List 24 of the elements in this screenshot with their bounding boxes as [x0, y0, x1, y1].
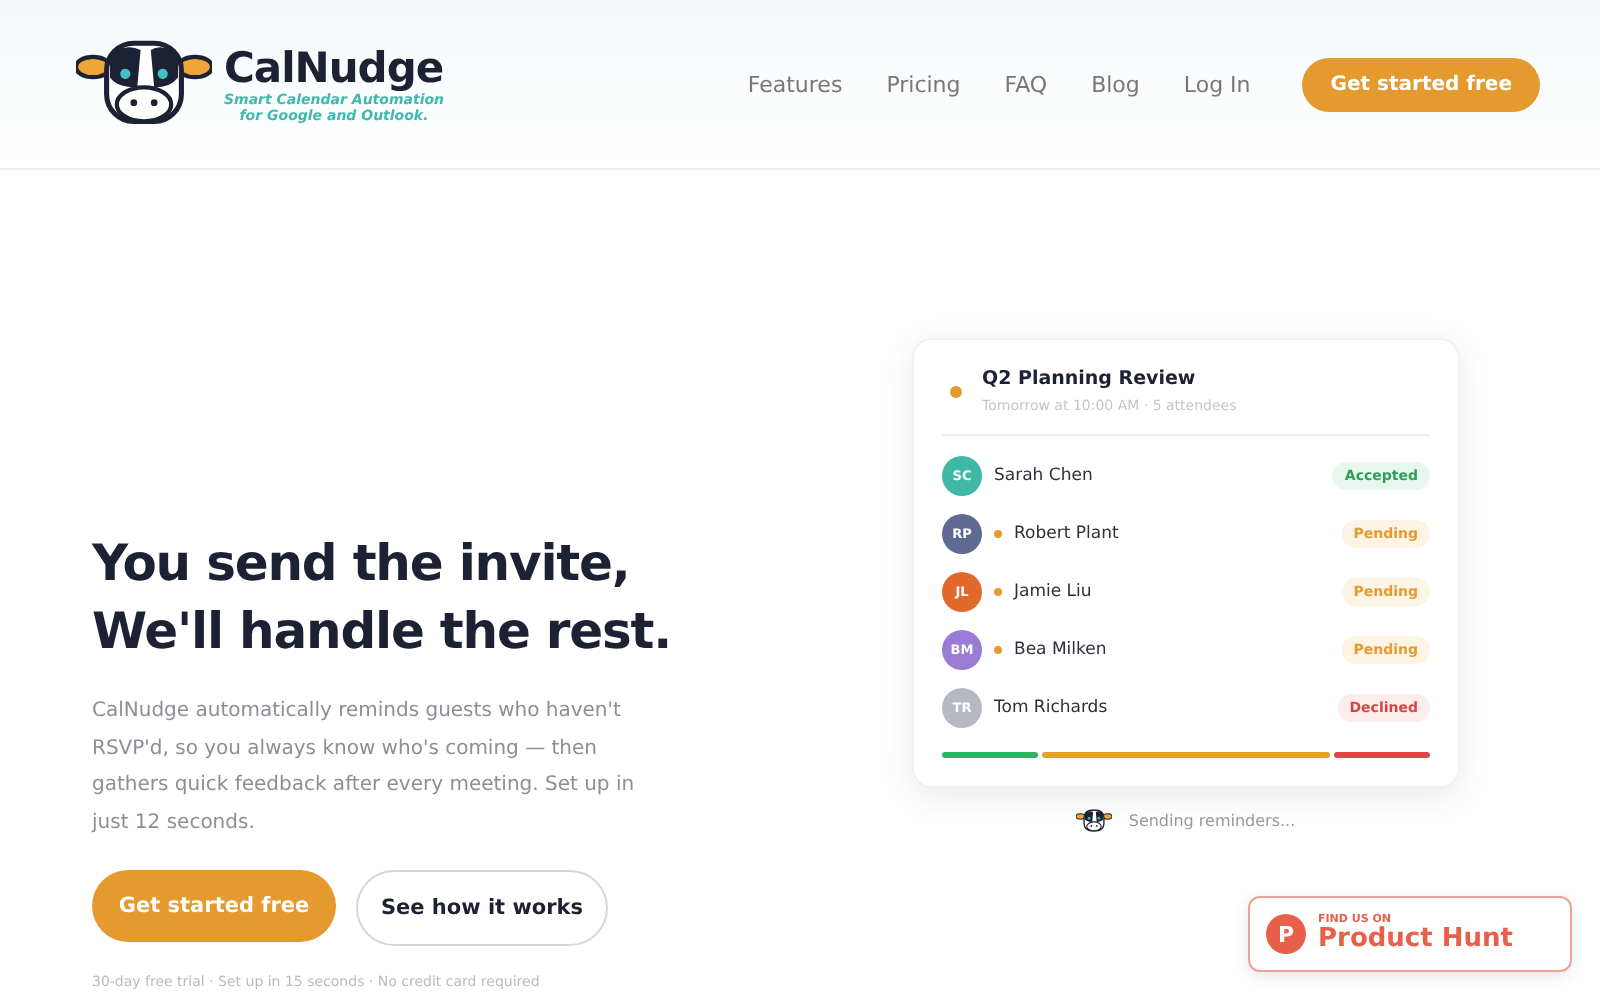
hero-description: CalNudge automatically reminds guests who haven't RSVP'd, so you always know who's coming — then gathers quick feedback after every meeting. Set up in just 12 seconds.	[92, 698, 637, 837]
nav-link[interactable]: FAQ	[1004, 71, 1048, 97]
badge-name: Product Hunt	[1318, 926, 1513, 954]
nav-link[interactable]: Pricing	[886, 71, 961, 97]
see-how-it-works-button[interactable]: See how it works	[356, 870, 608, 946]
attendee-name: Jamie Liu	[1014, 582, 1092, 602]
attendee-name: Robert Plant	[1014, 524, 1119, 544]
nav-link[interactable]: Blog	[1091, 71, 1140, 97]
brand-name: CalNudge	[224, 44, 445, 92]
status-caption: Sending reminders...	[1128, 812, 1296, 830]
rsvp-progress-segment	[942, 752, 1038, 758]
product-hunt-logo: P	[1266, 914, 1306, 954]
attendee-name: Tom Richards	[994, 698, 1108, 718]
hero-title: We'll handle the rest.	[92, 600, 674, 664]
nav-link[interactable]: Features	[747, 71, 843, 97]
get-started-button[interactable]: Get started free	[1302, 57, 1540, 111]
get-started-button[interactable]: Get started free	[92, 870, 336, 942]
rsvp-progress-segment	[1334, 752, 1430, 758]
attendee-name: Sarah Chen	[994, 466, 1093, 486]
event-title: Q2 Planning Review	[982, 368, 1198, 390]
attendee-name: Bea Milken	[1014, 640, 1107, 660]
nav-link[interactable]: Log In	[1183, 71, 1251, 97]
cow-icon	[1076, 808, 1113, 834]
hero-title: You send the invite,	[92, 532, 632, 596]
